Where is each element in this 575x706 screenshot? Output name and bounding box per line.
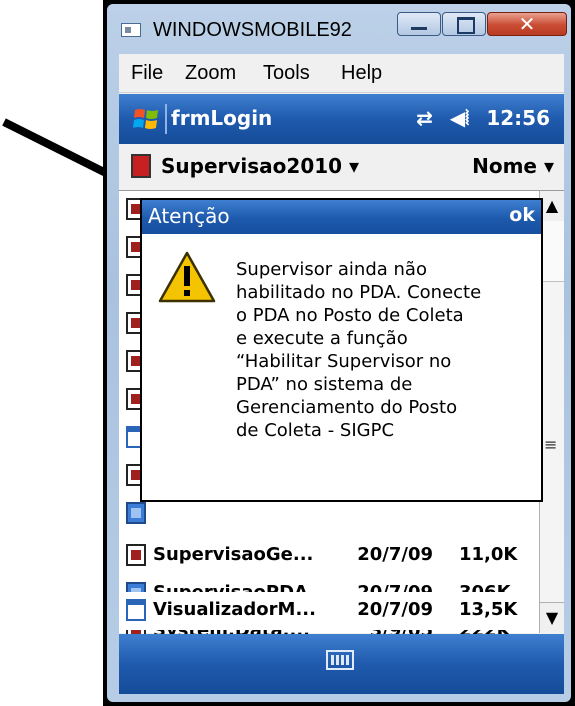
maximize-icon xyxy=(457,17,475,34)
folder-dropdown[interactable]: Supervisao2010 ▾ xyxy=(161,154,359,178)
minimize-icon xyxy=(411,27,427,30)
sort-dropdown[interactable]: Nome ▾ xyxy=(472,154,554,178)
dialog-message: Supervisor ainda não habilitado no PDA. … xyxy=(236,259,482,441)
menu-file[interactable]: File xyxy=(131,62,163,85)
folder-bar: Supervisao2010 ▾ Nome ▾ xyxy=(119,144,564,191)
pda-titlebar: frmLogin ⇄ ◀⦚ 12:56 xyxy=(119,94,564,144)
file-size: 11,0K xyxy=(459,544,518,565)
window-icon xyxy=(126,599,146,621)
minimize-button[interactable] xyxy=(397,12,441,36)
softkey-bar xyxy=(119,634,564,694)
scroll-down-icon[interactable]: ▼ xyxy=(540,602,564,633)
pda-window-title: frmLogin xyxy=(171,106,273,130)
keyboard-icon[interactable] xyxy=(326,650,354,670)
scroll-grip-icon: ≡ xyxy=(544,435,558,454)
file-date: 20/7/09 xyxy=(357,599,433,620)
menubar: File Zoom Tools Help xyxy=(119,54,564,93)
menu-help[interactable]: Help xyxy=(341,62,382,85)
close-icon: ✕ xyxy=(518,12,536,36)
window-titlebar[interactable]: WINDOWSMOBILE92 ✕ xyxy=(109,6,569,46)
warning-icon xyxy=(158,251,216,303)
file-icon xyxy=(126,544,146,566)
maximize-button[interactable] xyxy=(442,12,486,36)
close-button[interactable]: ✕ xyxy=(487,12,567,36)
file-size: 13,5K xyxy=(459,599,518,620)
file-name: SupervisaoGe... xyxy=(153,544,314,565)
dialog-titlebar: Atenção ok xyxy=(142,200,541,234)
volume-icon[interactable]: ◀⦚ xyxy=(450,106,470,130)
windows-start-icon[interactable] xyxy=(133,106,159,132)
table-row[interactable]: VisualizadorM... 20/7/09 13,5K xyxy=(119,592,539,630)
app-icon xyxy=(121,23,141,37)
status-area: ⇄ ◀⦚ 12:56 xyxy=(406,106,550,130)
dialog-title: Atenção xyxy=(148,204,230,228)
folder-icon xyxy=(131,154,151,178)
menu-zoom[interactable]: Zoom xyxy=(185,62,236,85)
ok-button[interactable]: ok xyxy=(509,204,535,226)
connectivity-icon[interactable]: ⇄ xyxy=(416,106,433,130)
scroll-up-icon[interactable]: ▲ xyxy=(540,191,564,222)
file-date: 20/7/09 xyxy=(357,544,433,565)
attention-dialog: Atenção ok Supervisor ainda não habilita… xyxy=(140,198,543,502)
clock[interactable]: 12:56 xyxy=(486,106,550,130)
window-title: WINDOWSMOBILE92 xyxy=(153,19,352,41)
titlebar-separator xyxy=(165,104,167,134)
scroll-thumb[interactable] xyxy=(540,221,564,282)
file-name: VisualizadorM... xyxy=(153,599,316,620)
exe-icon xyxy=(126,502,146,524)
menu-tools[interactable]: Tools xyxy=(263,62,310,85)
table-row[interactable]: SupervisaoGe... 20/7/09 11,0K xyxy=(119,537,539,575)
